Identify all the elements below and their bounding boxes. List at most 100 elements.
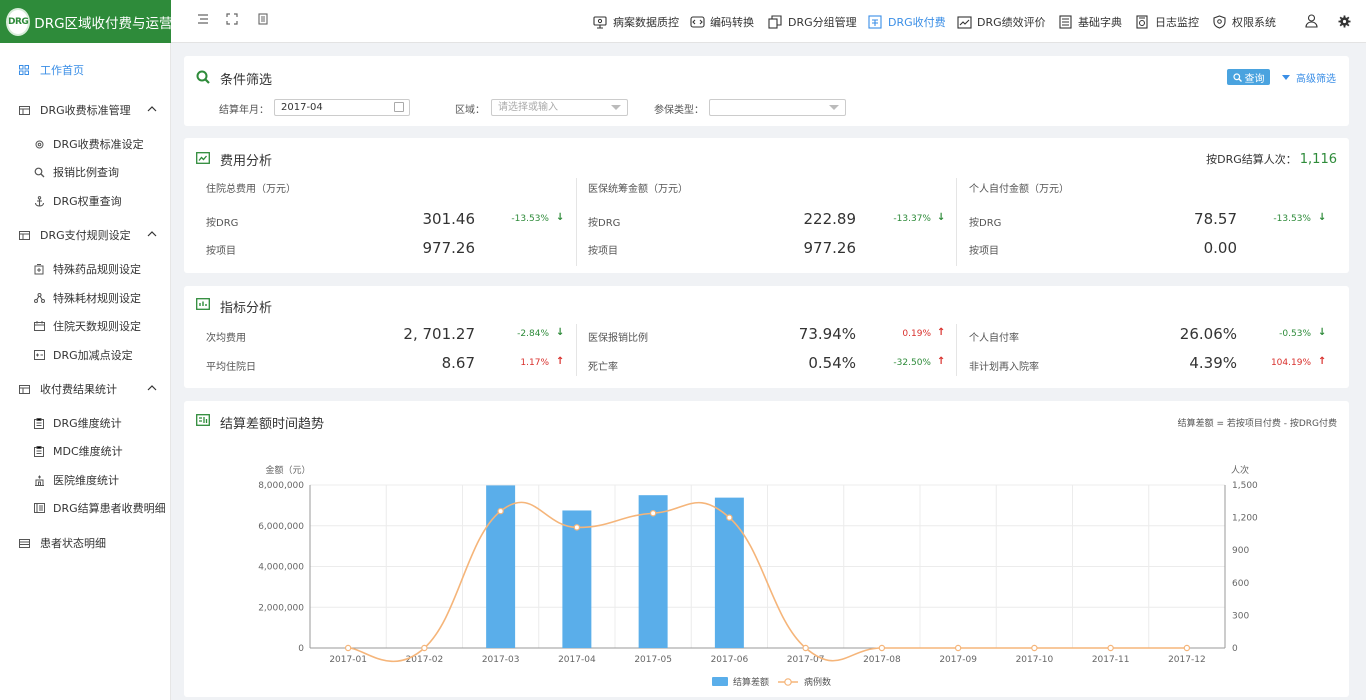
nav-permission[interactable]: 权限系统 bbox=[1211, 12, 1276, 32]
sidebar-item-drg-weight[interactable]: DRG权重查询 bbox=[0, 190, 171, 212]
nav-log-monitor[interactable]: 日志监控 bbox=[1134, 12, 1199, 32]
user-icon[interactable] bbox=[1303, 12, 1319, 30]
y-tick-left: 4,000,000 bbox=[258, 563, 304, 573]
document-icon[interactable] bbox=[255, 13, 271, 29]
cost-item-value: 977.26 bbox=[422, 239, 476, 257]
sidebar-item-reimburse-ratio[interactable]: 报销比例查询 bbox=[0, 161, 171, 183]
nav-drg-group[interactable]: DRG分组管理 bbox=[767, 12, 857, 32]
table-icon bbox=[18, 104, 30, 116]
cost-drg-value: 222.89 bbox=[803, 210, 857, 228]
y-tick-left: 2,000,000 bbox=[258, 603, 304, 613]
y-tick-right: 900 bbox=[1232, 546, 1249, 556]
sidebar: 工作首页 DRG收费标准管理 DRG收费标准设定 报销比例查询 DRG权重查询 … bbox=[0, 43, 171, 700]
cost-drg-pct: -13.53% bbox=[511, 214, 549, 224]
settle-month-value: 2017-04 bbox=[281, 102, 323, 113]
filter-title: 条件筛选 bbox=[220, 73, 273, 88]
query-button[interactable]: 查询 bbox=[1227, 69, 1270, 85]
chevron-down-icon bbox=[611, 105, 621, 110]
menu-toggle-icon[interactable] bbox=[195, 13, 211, 29]
trend-chart: 0 2,000,000 4,000,000 6,000,000 8,000,000 0 30… bbox=[258, 464, 1258, 688]
sidebar-item-special-drug[interactable]: 特殊药品规则设定 bbox=[0, 258, 171, 280]
settle-month-field[interactable]: 2017-04 bbox=[274, 99, 410, 116]
bar bbox=[638, 495, 668, 648]
sidebar-item-hospital-stats[interactable]: 医院维度统计 bbox=[0, 469, 171, 491]
cost-drg-value: 78.57 bbox=[1194, 210, 1237, 228]
nav-code-convert[interactable]: 编码转换 bbox=[689, 12, 754, 32]
advanced-filter-button[interactable]: 高级筛选 bbox=[1282, 70, 1336, 85]
sidebar-item-fee-standard-set[interactable]: DRG收费标准设定 bbox=[0, 133, 171, 155]
sidebar-group-pay-rules[interactable]: DRG支付规则设定 bbox=[0, 224, 171, 246]
cost-item-label: 按项目 bbox=[588, 246, 618, 257]
sidebar-item-label: 工作首页 bbox=[40, 64, 84, 77]
index-analysis-card: 指标分析 次均费用 2, 701.27 -2.84% ↓ 医保报销比例 73.9… bbox=[184, 286, 1349, 388]
index-value: 4.39% bbox=[1189, 354, 1237, 372]
y-tick-right: 0 bbox=[1232, 644, 1238, 654]
cost-item-label: 按项目 bbox=[969, 246, 999, 257]
column-divider bbox=[576, 324, 577, 376]
arrow-down-icon: ↓ bbox=[556, 327, 565, 338]
nav-label: 权限系统 bbox=[1232, 16, 1276, 29]
index-pct: 104.19% bbox=[1270, 358, 1311, 368]
sidebar-item-label: DRG支付规则设定 bbox=[40, 229, 131, 242]
sidebar-item-mdc-stats[interactable]: MDC维度统计 bbox=[0, 440, 171, 462]
x-tick: 2017-05 bbox=[634, 655, 672, 665]
sidebar-item-label: DRG收费标准设定 bbox=[53, 138, 144, 151]
query-button-label: 查询 bbox=[1244, 73, 1265, 85]
sidebar-group-fee-standard[interactable]: DRG收费标准管理 bbox=[0, 99, 171, 121]
nav-label: 病案数据质控 bbox=[613, 16, 679, 29]
insurance-type-select[interactable] bbox=[709, 99, 846, 116]
sidebar-group-result-stats[interactable]: 收付费结果统计 bbox=[0, 378, 171, 400]
sidebar-item-label: MDC维度统计 bbox=[53, 445, 123, 458]
index-label: 个人自付率 bbox=[969, 333, 1019, 344]
sidebar-item-stay-days[interactable]: 住院天数规则设定 bbox=[0, 315, 171, 337]
top-bar: 病案数据质控 编码转换 DRG分组管理 DRG收付费 DRG绩效评价 基础字典 … bbox=[171, 0, 1366, 43]
legend-line-label: 病例数 bbox=[804, 676, 831, 688]
chevron-up-icon bbox=[147, 104, 157, 115]
nav-label: DRG绩效评价 bbox=[977, 16, 1046, 29]
nav-drg-payment[interactable]: DRG收付费 bbox=[867, 12, 946, 32]
y-tick-right: 300 bbox=[1232, 611, 1249, 621]
arrow-down-icon: ↓ bbox=[937, 212, 946, 223]
search-icon bbox=[33, 166, 45, 178]
index-value: 26.06% bbox=[1179, 325, 1237, 343]
chevron-up-icon bbox=[147, 229, 157, 240]
bar bbox=[562, 510, 592, 648]
sidebar-item-special-material[interactable]: 特殊耗材规则设定 bbox=[0, 287, 171, 309]
sidebar-item-patient-status[interactable]: 患者状态明细 bbox=[0, 532, 171, 554]
sidebar-item-label: 医院维度统计 bbox=[53, 474, 119, 487]
cost-col-header: 医保统筹金额（万元） bbox=[588, 184, 688, 195]
settings-icon bbox=[33, 138, 45, 150]
nav-case-qc[interactable]: 病案数据质控 bbox=[592, 12, 679, 32]
x-tick: 2017-01 bbox=[329, 655, 367, 665]
cost-drg-pct: -13.53% bbox=[1273, 214, 1311, 224]
plus-minus-icon bbox=[33, 349, 45, 361]
arrow-down-icon: ↓ bbox=[556, 212, 565, 223]
clipboard-icon bbox=[33, 445, 45, 457]
sidebar-item-patient-fee-detail[interactable]: DRG结算患者收费明细 bbox=[0, 497, 171, 519]
line-point bbox=[1183, 644, 1191, 652]
x-tick: 2017-11 bbox=[1092, 655, 1130, 665]
region-select[interactable]: 请选择或输入 bbox=[491, 99, 628, 116]
sidebar-item-plus-minus[interactable]: DRG加减点设定 bbox=[0, 344, 171, 366]
line-point bbox=[1031, 644, 1038, 652]
cost-item-value: 0.00 bbox=[1203, 239, 1237, 257]
nav-drg-performance[interactable]: DRG绩效评价 bbox=[956, 12, 1046, 32]
sidebar-item-home[interactable]: 工作首页 bbox=[0, 59, 171, 81]
legend-bar-swatch bbox=[712, 677, 728, 686]
gear-icon[interactable] bbox=[1336, 12, 1352, 30]
arrow-down-icon: ↓ bbox=[1318, 327, 1327, 338]
chevron-up-icon bbox=[147, 383, 157, 394]
index-pct: -2.84% bbox=[517, 329, 549, 339]
x-tick: 2017-08 bbox=[863, 655, 901, 665]
anchor-icon bbox=[33, 195, 45, 207]
index-label: 医保报销比例 bbox=[588, 333, 648, 344]
fullscreen-icon[interactable] bbox=[224, 13, 240, 29]
sidebar-item-drg-stats[interactable]: DRG维度统计 bbox=[0, 412, 171, 434]
nav-base-dict[interactable]: 基础字典 bbox=[1057, 12, 1122, 32]
region-placeholder: 请选择或输入 bbox=[498, 102, 558, 113]
line-point bbox=[573, 524, 581, 531]
nav-label: DRG收付费 bbox=[888, 16, 946, 29]
app-title: DRG区域收付费与运营 bbox=[34, 15, 173, 32]
arrow-down-icon: ↓ bbox=[1318, 212, 1327, 223]
book-icon bbox=[1057, 14, 1073, 30]
